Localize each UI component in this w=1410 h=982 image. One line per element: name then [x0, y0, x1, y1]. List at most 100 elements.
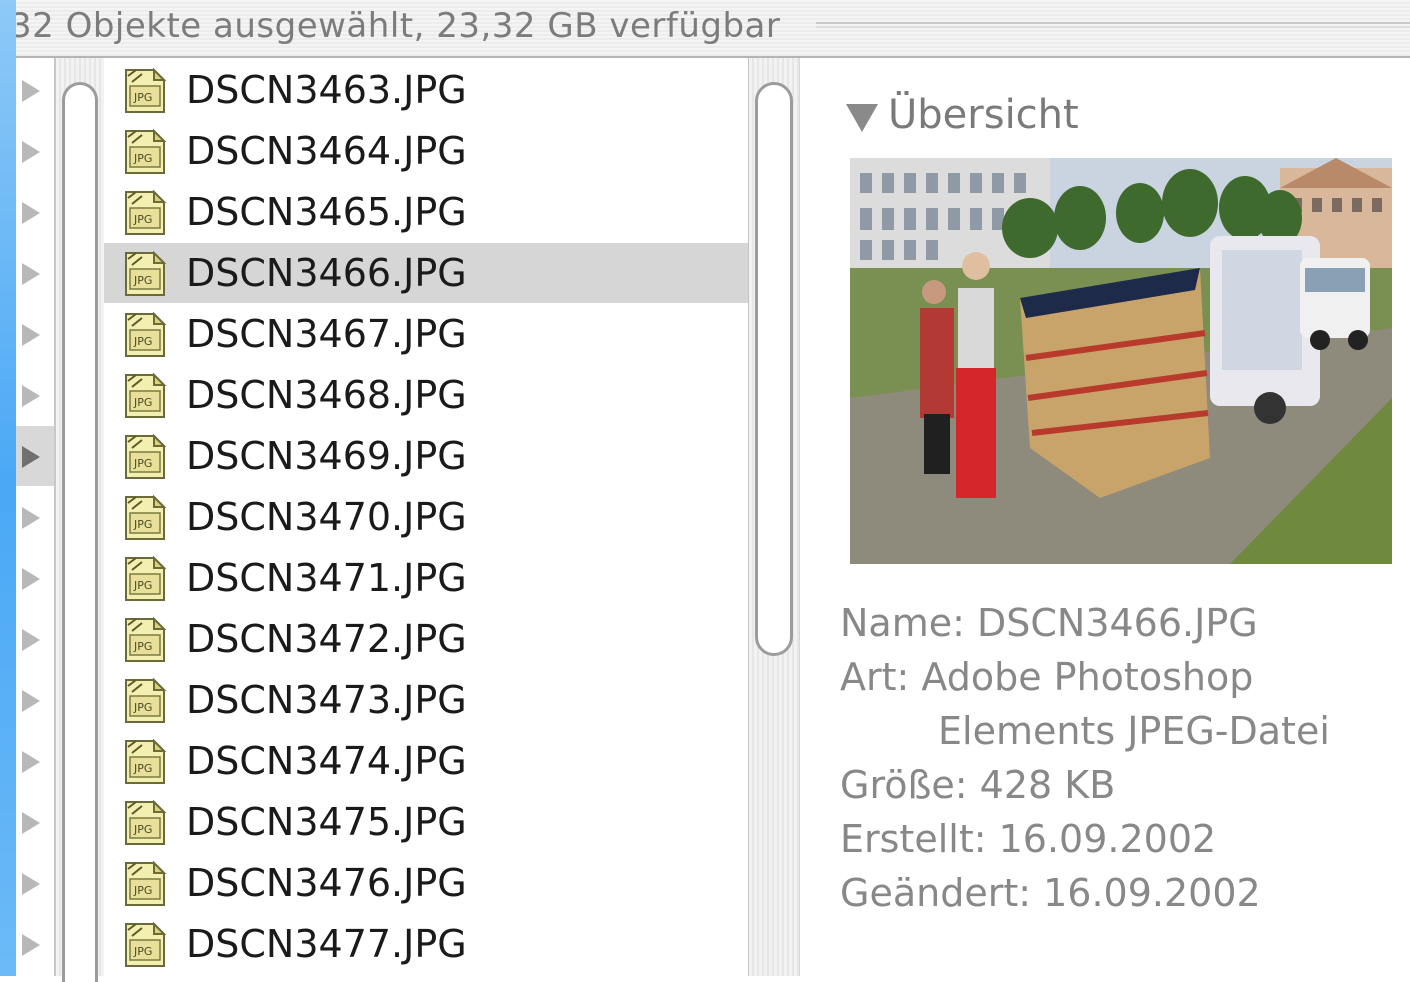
parent-folder-row[interactable] — [16, 60, 54, 120]
disclosure-arrow-icon — [22, 80, 40, 102]
parent-folder-row[interactable] — [16, 243, 54, 303]
image-preview — [850, 158, 1392, 564]
parent-folder-row[interactable] — [16, 609, 54, 669]
disclosure-arrow-icon — [22, 324, 40, 346]
svg-text:JPG: JPG — [133, 518, 152, 531]
parent-folder-row[interactable] — [16, 121, 54, 181]
status-text: 32 Objekte ausgewählt, 23,32 GB verfügba… — [16, 6, 781, 46]
info-kind-continued: Elements JPEG-Datei — [938, 709, 1330, 753]
file-name: DSCN3471.JPG — [186, 556, 467, 600]
jpeg-file-icon: JPG — [120, 615, 170, 665]
file-row[interactable]: JPG DSCN3476.JPG — [104, 853, 748, 913]
parent-folder-row[interactable] — [16, 731, 54, 791]
file-name: DSCN3467.JPG — [186, 312, 467, 356]
parent-folder-row[interactable] — [16, 182, 54, 242]
file-name: DSCN3475.JPG — [186, 800, 467, 844]
file-row[interactable]: JPG DSCN3470.JPG — [104, 487, 748, 547]
file-row[interactable]: JPG DSCN3469.JPG — [104, 426, 748, 486]
svg-text:JPG: JPG — [133, 762, 152, 775]
disclosure-arrow-icon — [22, 751, 40, 773]
jpeg-file-icon: JPG — [120, 310, 170, 360]
svg-text:JPG: JPG — [133, 884, 152, 897]
disclosure-arrow-icon — [22, 507, 40, 529]
file-row[interactable]: JPG DSCN3464.JPG — [104, 121, 748, 181]
parent-column-scroll-thumb[interactable] — [62, 82, 98, 982]
file-list-scroll-thumb[interactable] — [755, 82, 793, 656]
svg-text:JPG: JPG — [133, 396, 152, 409]
file-name: DSCN3463.JPG — [186, 68, 467, 112]
parent-folder-row[interactable] — [16, 304, 54, 364]
file-row[interactable]: JPG DSCN3472.JPG — [104, 609, 748, 669]
jpeg-file-icon: JPG — [120, 798, 170, 848]
disclosure-arrow-icon — [22, 202, 40, 224]
file-list-scrollbar[interactable] — [748, 58, 800, 976]
jpeg-file-icon: JPG — [120, 554, 170, 604]
disclosure-arrow-icon — [22, 629, 40, 651]
overview-title[interactable]: Übersicht — [888, 92, 1079, 138]
info-created: Erstellt: 16.09.2002 — [840, 817, 1217, 861]
file-name: DSCN3466.JPG — [186, 251, 467, 295]
file-name: DSCN3469.JPG — [186, 434, 467, 478]
disclosure-arrow-icon — [22, 690, 40, 712]
file-name: DSCN3468.JPG — [186, 373, 467, 417]
parent-folder-row[interactable] — [16, 670, 54, 730]
disclosure-arrow-icon — [22, 141, 40, 163]
svg-text:JPG: JPG — [133, 945, 152, 958]
file-row[interactable]: JPG DSCN3468.JPG — [104, 365, 748, 425]
jpeg-file-icon: JPG — [120, 737, 170, 787]
svg-text:JPG: JPG — [133, 640, 152, 653]
file-name: DSCN3472.JPG — [186, 617, 467, 661]
file-row[interactable]: JPG DSCN3477.JPG — [104, 914, 748, 974]
info-modified: Geändert: 16.09.2002 — [840, 871, 1261, 915]
preview-pane: Übersicht Name: DSCN3466.JPG Art: Adobe … — [800, 58, 1410, 976]
file-row[interactable]: JPG DSCN3465.JPG — [104, 182, 748, 242]
jpeg-file-icon: JPG — [120, 676, 170, 726]
disclosure-arrow-icon — [22, 873, 40, 895]
info-kind: Art: Adobe Photoshop — [840, 655, 1254, 699]
file-name: DSCN3470.JPG — [186, 495, 467, 539]
disclosure-triangle-icon[interactable] — [846, 104, 878, 132]
status-bar: 32 Objekte ausgewählt, 23,32 GB verfügba… — [16, 0, 1410, 58]
status-divider — [816, 22, 1410, 28]
parent-folder-row[interactable] — [16, 487, 54, 547]
jpeg-file-icon: JPG — [120, 127, 170, 177]
disclosure-arrow-icon — [22, 263, 40, 285]
jpeg-file-icon: JPG — [120, 859, 170, 909]
file-row[interactable]: JPG DSCN3473.JPG — [104, 670, 748, 730]
file-row[interactable]: JPG DSCN3467.JPG — [104, 304, 748, 364]
svg-text:JPG: JPG — [133, 91, 152, 104]
desktop-background — [0, 0, 16, 976]
info-name: Name: DSCN3466.JPG — [840, 601, 1258, 645]
parent-folder-row[interactable] — [16, 853, 54, 913]
svg-text:JPG: JPG — [133, 457, 152, 470]
parent-folder-row[interactable] — [16, 548, 54, 608]
jpeg-file-icon: JPG — [120, 249, 170, 299]
file-name: DSCN3464.JPG — [186, 129, 467, 173]
file-row[interactable]: JPG DSCN3471.JPG — [104, 548, 748, 608]
jpeg-file-icon: JPG — [120, 432, 170, 482]
file-name: DSCN3476.JPG — [186, 861, 467, 905]
parent-folder-row[interactable] — [16, 792, 54, 852]
file-name: DSCN3474.JPG — [186, 739, 467, 783]
disclosure-arrow-icon — [22, 385, 40, 407]
svg-text:JPG: JPG — [133, 213, 152, 226]
parent-column-scrollbar[interactable] — [56, 58, 105, 982]
svg-text:JPG: JPG — [133, 335, 152, 348]
parent-folder-column[interactable] — [16, 58, 56, 976]
file-name: DSCN3477.JPG — [186, 922, 467, 966]
svg-text:JPG: JPG — [133, 701, 152, 714]
jpeg-file-icon: JPG — [120, 493, 170, 543]
info-size: Größe: 428 KB — [840, 763, 1116, 807]
jpeg-file-icon: JPG — [120, 920, 170, 970]
file-row[interactable]: JPG DSCN3463.JPG — [104, 60, 748, 120]
jpeg-file-icon: JPG — [120, 371, 170, 421]
parent-folder-row[interactable] — [16, 365, 54, 425]
file-row[interactable]: JPG DSCN3474.JPG — [104, 731, 748, 791]
file-name: DSCN3465.JPG — [186, 190, 467, 234]
svg-text:JPG: JPG — [133, 823, 152, 836]
file-list-column[interactable]: JPG DSCN3463.JPG JPG DSCN3464.JPG JPG DSCN346… — [104, 58, 748, 976]
file-row[interactable]: JPG DSCN3466.JPG — [104, 243, 748, 303]
file-row[interactable]: JPG DSCN3475.JPG — [104, 792, 748, 852]
parent-folder-row[interactable] — [16, 426, 54, 486]
parent-folder-row[interactable] — [16, 914, 54, 974]
